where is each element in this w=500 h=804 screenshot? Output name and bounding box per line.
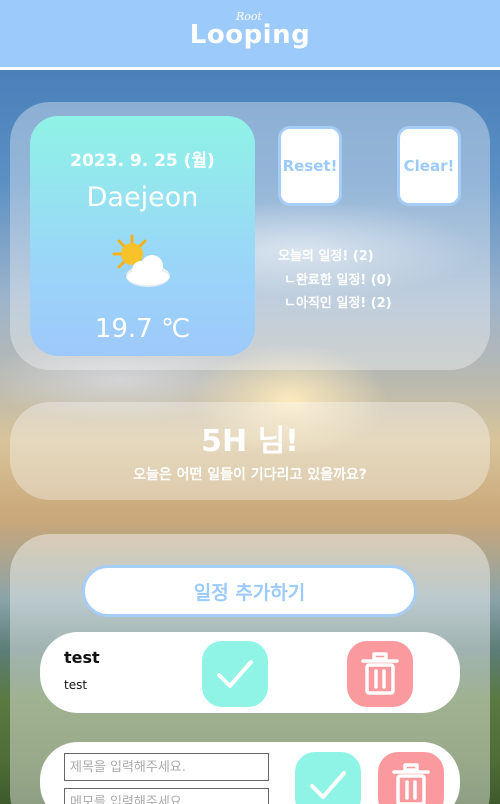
app-logo[interactable]: Looping (0, 20, 500, 50)
discard-new-button[interactable] (378, 752, 444, 804)
sun-behind-cloud-icon (108, 234, 174, 294)
delete-button[interactable] (347, 641, 413, 707)
todo-item-title: test (64, 648, 100, 667)
trash-icon (392, 763, 430, 804)
title-input[interactable] (64, 753, 269, 781)
weather-date: 2023. 9. 25 (월) (70, 151, 215, 171)
check-icon (217, 660, 253, 688)
clear-button[interactable]: Clear! (397, 126, 461, 206)
save-new-button[interactable] (295, 752, 361, 804)
greeting-subtitle: 오늘은 어떤 일들이 기다리고 있을까요? (133, 467, 367, 483)
stat-today: 오늘의 일정! (2) (278, 249, 374, 264)
greeting-name: 5H 님! (201, 424, 299, 459)
todo-item-memo: test (64, 678, 88, 692)
weather-card: 2023. 9. 25 (월) Daejeon 19.7 ℃ (30, 116, 255, 356)
add-schedule-button[interactable]: 일정 추가하기 (82, 565, 417, 617)
check-icon (310, 771, 346, 799)
weather-temperature: 19.7 ℃ (94, 314, 191, 344)
weather-city: Daejeon (86, 182, 199, 213)
reset-button[interactable]: Reset! (278, 126, 342, 206)
trash-icon (361, 652, 399, 695)
stat-pending: ㄴ아직인 일정! (2) (284, 296, 392, 311)
complete-button[interactable] (202, 641, 268, 707)
app-header: Root Looping (0, 0, 500, 70)
stat-done: ㄴ완료한 일정! (0) (284, 273, 392, 288)
memo-input[interactable] (64, 788, 269, 804)
